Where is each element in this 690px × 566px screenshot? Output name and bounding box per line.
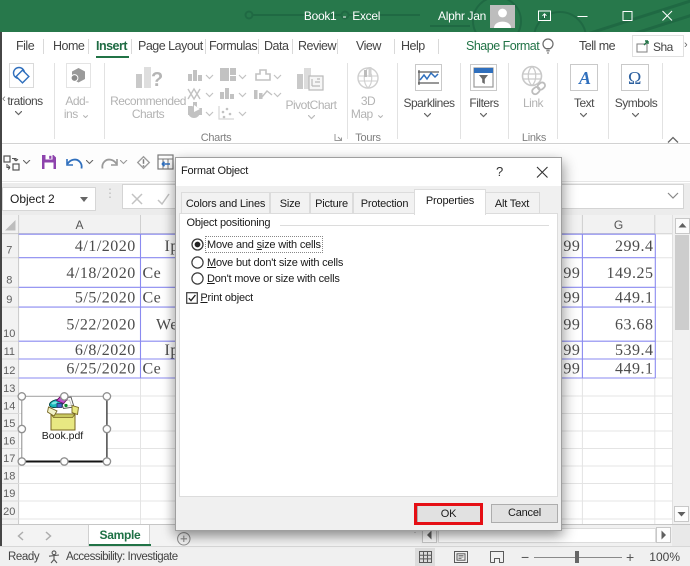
svg-text:7: 7 xyxy=(6,245,12,257)
svg-text:149.25: 149.25 xyxy=(607,265,654,282)
svg-text:99: 99 xyxy=(563,238,580,255)
svg-text:539.4: 539.4 xyxy=(615,342,654,359)
svg-text:449.1: 449.1 xyxy=(615,361,654,378)
svg-text:19: 19 xyxy=(3,488,15,500)
svg-text:8: 8 xyxy=(6,274,12,286)
svg-text:A: A xyxy=(578,68,591,88)
svg-text:99: 99 xyxy=(563,342,580,359)
svg-text:18: 18 xyxy=(3,471,15,483)
svg-text:Ce: Ce xyxy=(143,361,162,378)
svg-text:13: 13 xyxy=(3,383,15,395)
svg-text:99: 99 xyxy=(563,265,580,282)
svg-text:20: 20 xyxy=(3,506,15,518)
svg-text:15: 15 xyxy=(3,418,15,430)
svg-text:11: 11 xyxy=(4,346,15,358)
svg-text:Ce: Ce xyxy=(143,265,162,282)
svg-text:5/22/2020: 5/22/2020 xyxy=(66,316,135,333)
svg-text:12: 12 xyxy=(3,365,15,377)
svg-text:4/18/2020: 4/18/2020 xyxy=(66,265,135,282)
svg-text:9: 9 xyxy=(6,294,12,306)
svg-text:6/8/2020: 6/8/2020 xyxy=(75,342,136,359)
svg-text:?: ? xyxy=(151,69,162,91)
svg-text:Ω: Ω xyxy=(628,68,641,88)
svg-text:Book.pdf: Book.pdf xyxy=(42,430,84,442)
svg-text:A: A xyxy=(75,218,83,232)
svg-text:G: G xyxy=(614,218,623,232)
svg-text:6/25/2020: 6/25/2020 xyxy=(66,361,135,378)
svg-text:99: 99 xyxy=(563,361,580,378)
svg-text:16: 16 xyxy=(3,436,15,448)
svg-text:14: 14 xyxy=(3,401,15,413)
svg-text:449.1: 449.1 xyxy=(615,290,654,307)
svg-text:99: 99 xyxy=(563,290,580,307)
svg-text:99: 99 xyxy=(563,316,580,333)
svg-text:10: 10 xyxy=(3,328,15,340)
svg-text:5/5/2020: 5/5/2020 xyxy=(75,290,136,307)
svg-text:Ce: Ce xyxy=(143,290,162,307)
svg-text:4/1/2020: 4/1/2020 xyxy=(75,238,136,255)
svg-text:63.68: 63.68 xyxy=(615,316,654,333)
svg-text:299.4: 299.4 xyxy=(615,238,654,255)
svg-text:17: 17 xyxy=(3,453,15,465)
